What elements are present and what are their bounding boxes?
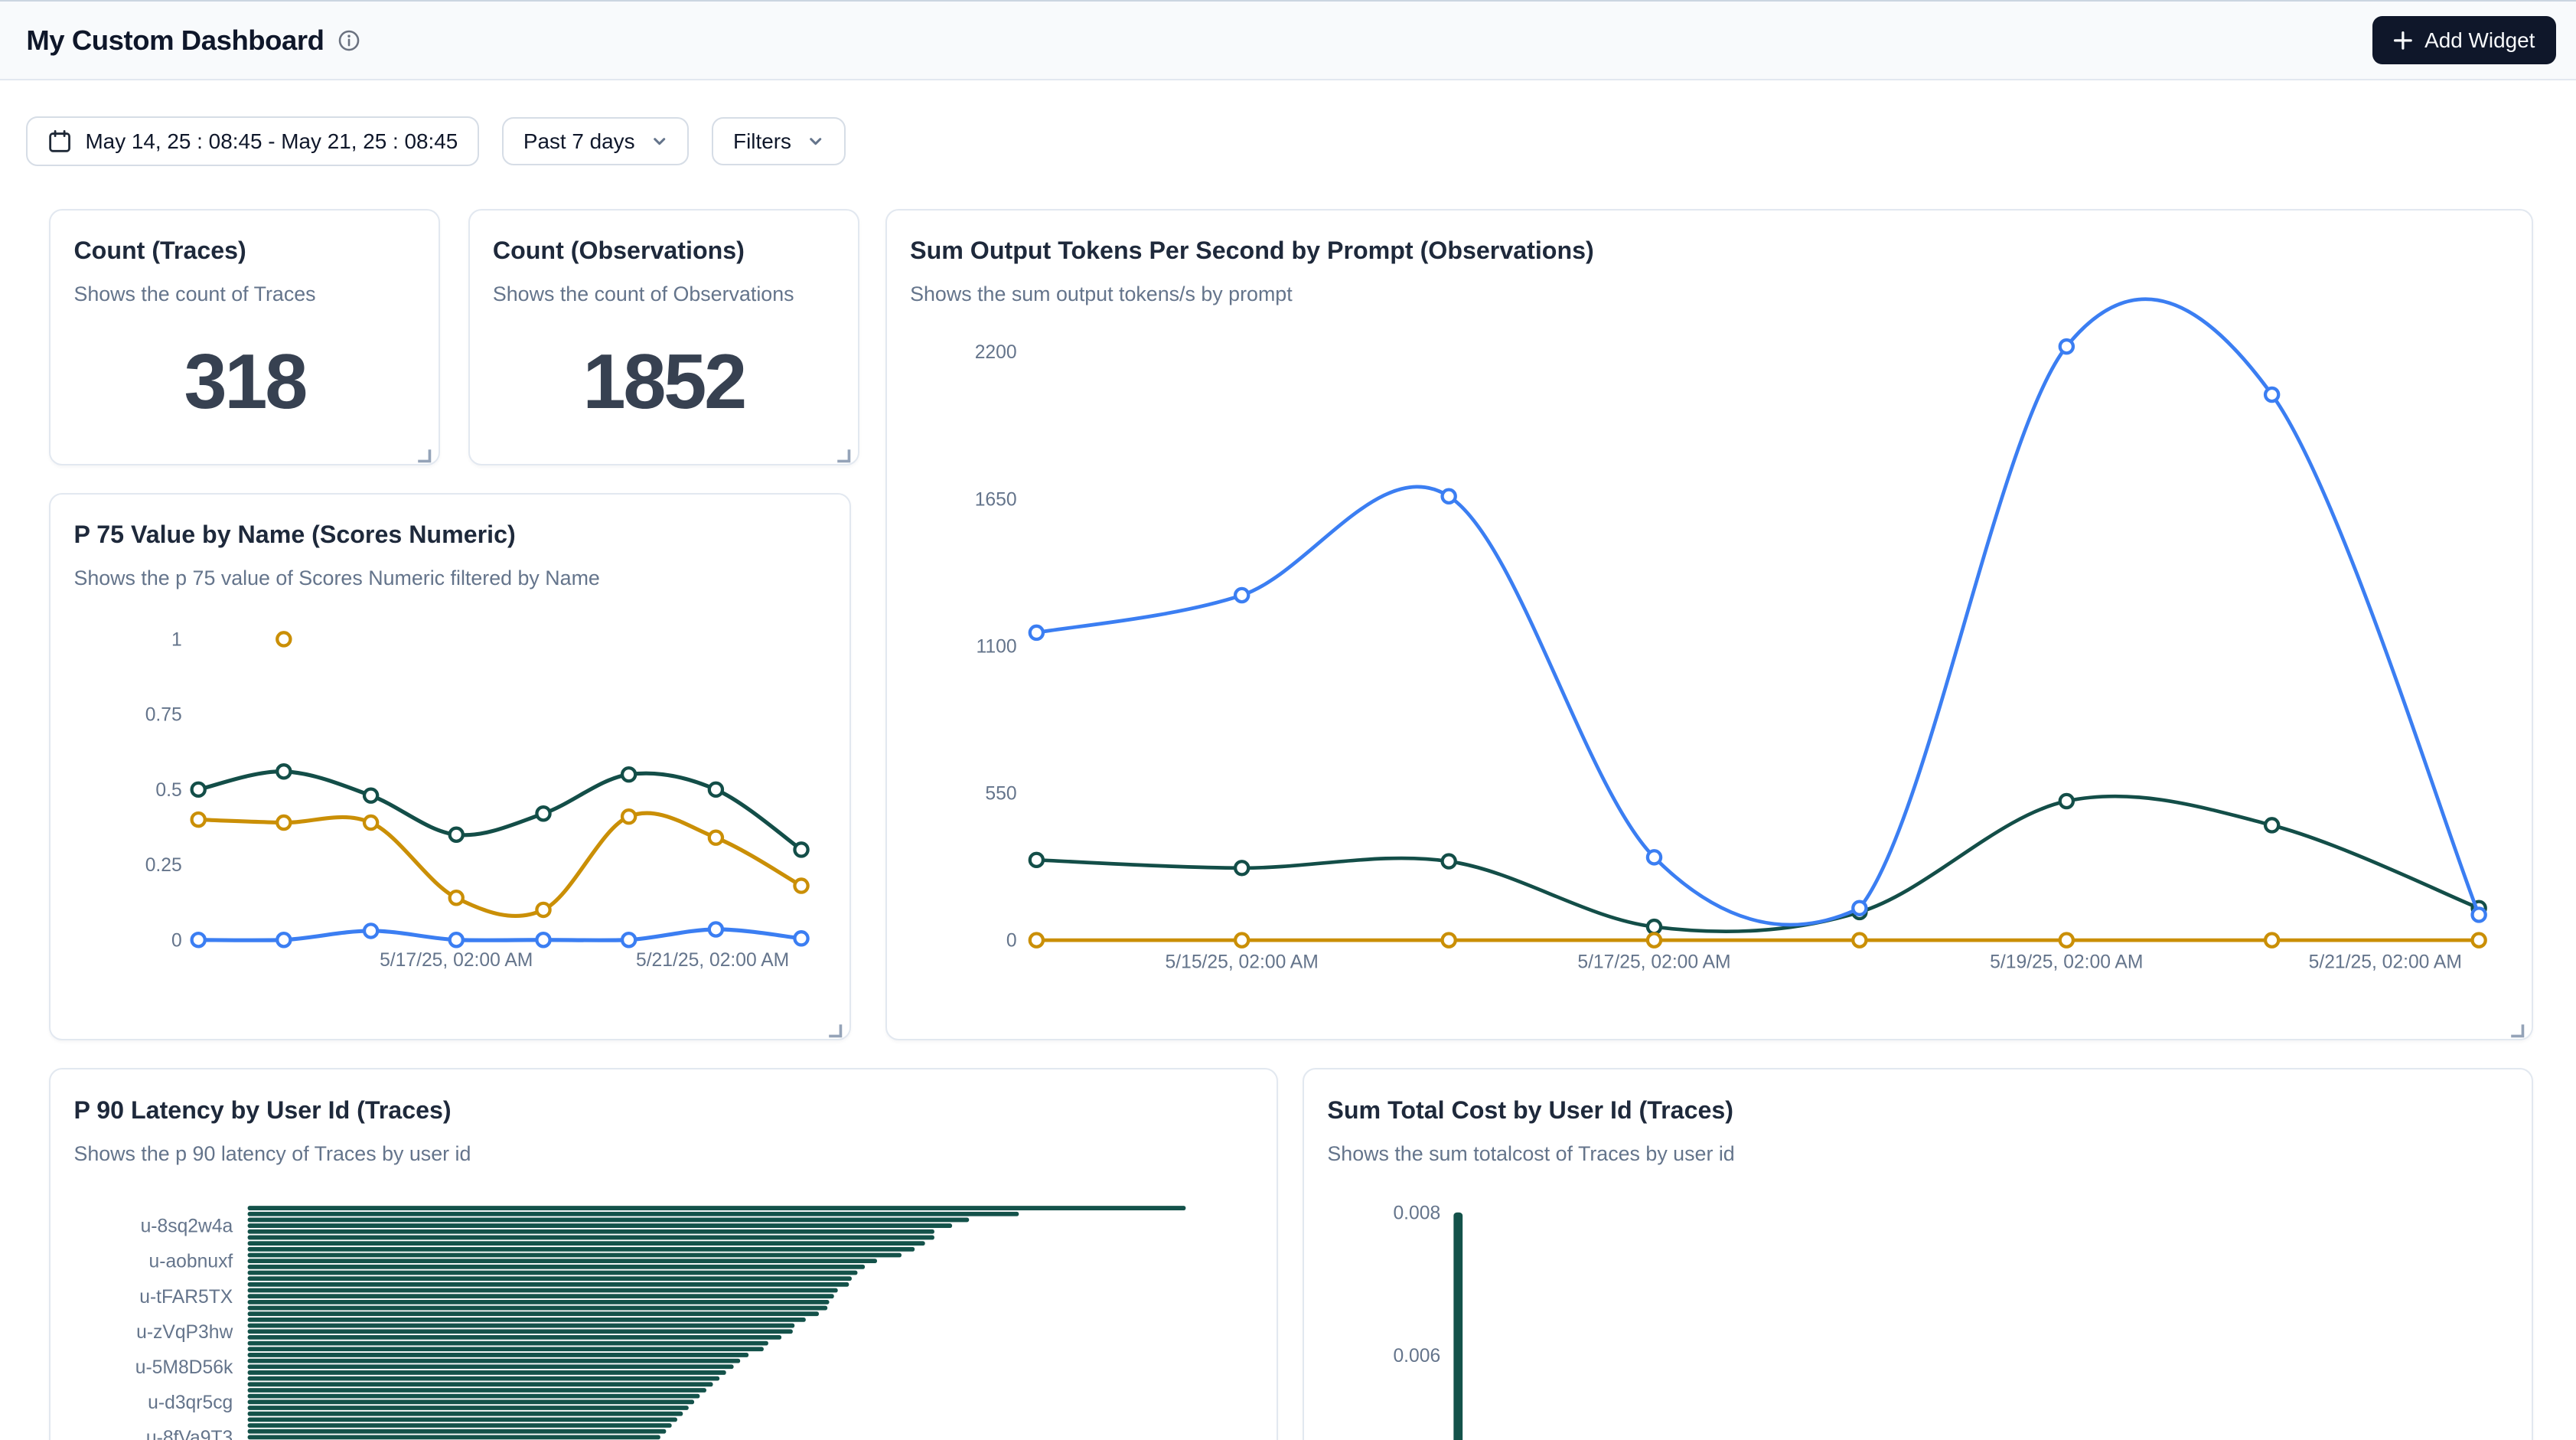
svg-text:5/17/25, 02:00 AM: 5/17/25, 02:00 AM: [380, 950, 533, 971]
svg-text:2200: 2200: [975, 342, 1017, 363]
line-chart-tokens: 0 550 1100 1650 2200 5/15/25, 02:00 AM 5/17/25…: [887, 211, 2532, 1039]
widget-title: Sum Output Tokens Per Second by Prompt (…: [910, 237, 2509, 265]
range-preset-button[interactable]: Past 7 days: [502, 117, 689, 165]
widget-count-traces: Count (Traces) Shows the count of Traces…: [49, 209, 440, 465]
resize-handle-icon[interactable]: [416, 440, 432, 456]
filters-label: Filters: [733, 129, 791, 154]
widget-subtitle: Shows the p 90 latency of Traces by user…: [73, 1142, 1254, 1166]
svg-text:u-aobnuxf: u-aobnuxf: [149, 1252, 233, 1272]
widget-title: P 90 Latency by User Id (Traces): [73, 1096, 1254, 1125]
bar-chart-p90-latency: u-8sq2w4a u-aobnuxf u-tFAR5TX u-zVqP3hw u-5M…: [51, 1069, 1277, 1439]
widget-subtitle: Shows the sum totalcost of Traces by use…: [1327, 1142, 2509, 1166]
widget-subtitle: Shows the sum output tokens/s by prompt: [910, 282, 2509, 306]
widget-title: Sum Total Cost by User Id (Traces): [1327, 1096, 2509, 1125]
add-widget-button[interactable]: Add Widget: [2372, 16, 2557, 64]
svg-text:u-8fVa9T3: u-8fVa9T3: [146, 1428, 233, 1439]
widget-title: Count (Traces): [73, 237, 416, 265]
svg-text:5/21/25, 02:00 AM: 5/21/25, 02:00 AM: [2309, 952, 2462, 972]
svg-text:u-tFAR5TX: u-tFAR5TX: [140, 1287, 233, 1308]
metric-value: 318: [51, 338, 439, 426]
widget-subtitle: Shows the count of Traces: [73, 282, 416, 306]
svg-text:5/21/25, 02:00 AM: 5/21/25, 02:00 AM: [636, 950, 789, 971]
widget-total-cost: Sum Total Cost by User Id (Traces) Shows…: [1303, 1068, 2533, 1439]
svg-text:u-5M8D56k: u-5M8D56k: [135, 1357, 233, 1378]
widget-count-observations: Count (Observations) Shows the count of …: [468, 209, 859, 465]
svg-text:u-zVqP3hw: u-zVqP3hw: [137, 1322, 233, 1343]
widget-tokens-per-second: Sum Output Tokens Per Second by Prompt (…: [885, 209, 2533, 1040]
widget-p90-latency: P 90 Latency by User Id (Traces) Shows t…: [49, 1068, 1278, 1439]
plus-icon: [2393, 31, 2413, 51]
svg-text:1100: 1100: [977, 636, 1017, 657]
svg-text:0: 0: [1006, 930, 1017, 951]
svg-text:0.25: 0.25: [145, 855, 182, 876]
date-range-button[interactable]: May 14, 25 : 08:45 - May 21, 25 : 08:45: [26, 116, 479, 165]
svg-text:0.008: 0.008: [1394, 1203, 1441, 1224]
toolbar: May 14, 25 : 08:45 - May 21, 25 : 08:45 …: [26, 116, 845, 165]
svg-text:0.5: 0.5: [156, 780, 182, 801]
resize-handle-icon[interactable]: [2509, 1016, 2525, 1032]
page-header: My Custom Dashboard Add Widget: [0, 0, 2576, 80]
widget-subtitle: Shows the count of Observations: [493, 282, 835, 306]
metric-value: 1852: [470, 338, 858, 426]
resize-handle-icon[interactable]: [827, 1016, 843, 1032]
widget-title: Count (Observations): [493, 237, 835, 265]
add-widget-label: Add Widget: [2424, 28, 2535, 53]
svg-text:1: 1: [171, 629, 182, 650]
info-icon[interactable]: [337, 29, 360, 52]
filters-button[interactable]: Filters: [712, 117, 845, 165]
svg-text:1650: 1650: [975, 489, 1017, 510]
svg-text:5/15/25, 02:00 AM: 5/15/25, 02:00 AM: [1166, 952, 1319, 972]
svg-text:5/19/25, 02:00 AM: 5/19/25, 02:00 AM: [1990, 952, 2143, 972]
widget-p75-value: P 75 Value by Name (Scores Numeric) Show…: [49, 493, 851, 1040]
svg-text:u-8sq2w4a: u-8sq2w4a: [141, 1216, 233, 1237]
svg-text:0.006: 0.006: [1394, 1346, 1441, 1367]
svg-text:0: 0: [171, 930, 182, 951]
chevron-down-icon: [651, 133, 667, 149]
svg-text:5/17/25, 02:00 AM: 5/17/25, 02:00 AM: [1577, 952, 1730, 972]
calendar-icon: [47, 129, 72, 154]
widget-subtitle: Shows the p 75 value of Scores Numeric f…: [73, 567, 826, 590]
dashboard-page: My Custom Dashboard Add Widget: [0, 0, 2576, 1440]
resize-handle-icon[interactable]: [835, 440, 851, 456]
chevron-down-icon: [807, 133, 823, 149]
svg-text:0.75: 0.75: [145, 705, 182, 726]
page-title: My Custom Dashboard: [26, 24, 324, 57]
range-preset-label: Past 7 days: [523, 129, 635, 154]
svg-text:550: 550: [985, 783, 1016, 804]
svg-text:u-d3qr5cg: u-d3qr5cg: [148, 1393, 233, 1413]
widget-title: P 75 Value by Name (Scores Numeric): [73, 521, 826, 549]
bar-chart-total-cost: 0.006 0.008: [1304, 1069, 2532, 1439]
date-range-label: May 14, 25 : 08:45 - May 21, 25 : 08:45: [85, 129, 458, 154]
